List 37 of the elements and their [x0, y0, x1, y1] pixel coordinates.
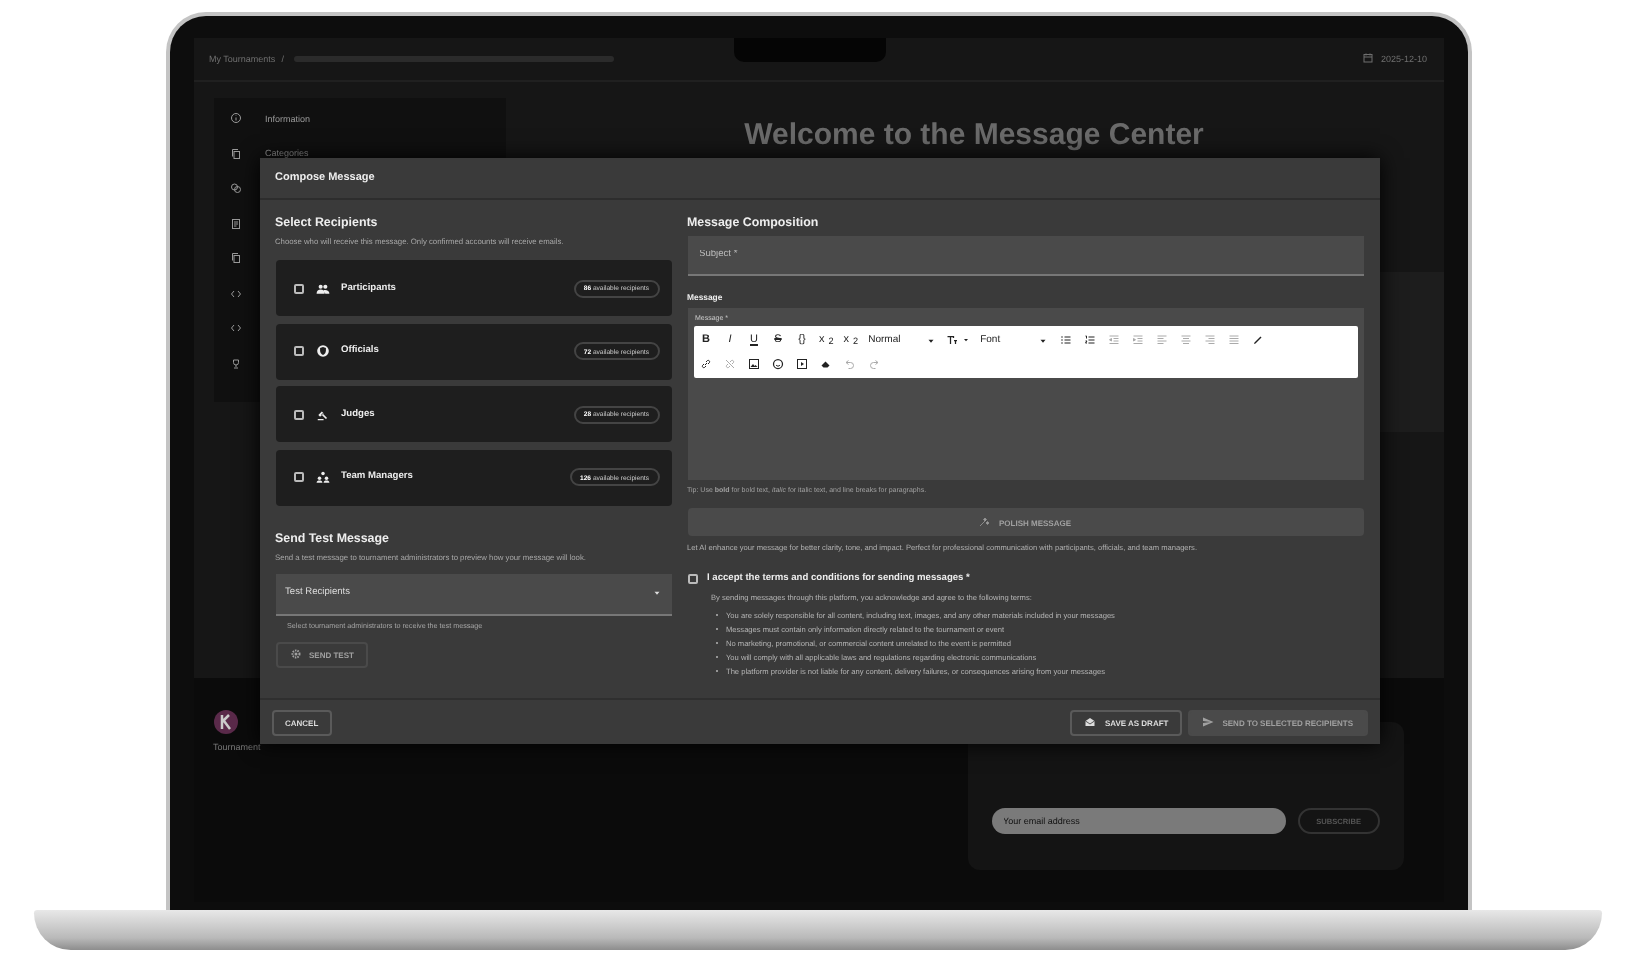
- gear-icon: [289, 648, 301, 660]
- image-icon[interactable]: [748, 358, 760, 370]
- page-title: Welcome to the Message Center: [744, 117, 1204, 152]
- pen-icon[interactable]: [1251, 334, 1264, 346]
- logo-icon: [213, 710, 237, 734]
- eraser-icon[interactable]: [820, 358, 832, 370]
- calendar-icon: [1362, 52, 1375, 65]
- code-icon[interactable]: [229, 287, 241, 300]
- gavel-icon: [315, 407, 329, 421]
- team-icon: [315, 470, 329, 484]
- shield-icon: [315, 344, 329, 358]
- smiley-icon[interactable]: [772, 358, 784, 370]
- checkbox[interactable]: [687, 574, 697, 584]
- circles-icon[interactable]: [229, 182, 241, 195]
- bullet-list-icon[interactable]: [1059, 334, 1072, 346]
- document-icon[interactable]: [229, 217, 241, 230]
- info-icon[interactable]: [229, 112, 241, 125]
- text-size-button[interactable]: [946, 334, 971, 346]
- caret-icon: [651, 588, 661, 598]
- trophy-icon[interactable]: [229, 357, 241, 370]
- copy-icon[interactable]: [229, 147, 241, 160]
- checkbox[interactable]: [293, 346, 303, 356]
- send-icon: [1202, 716, 1215, 728]
- link-icon[interactable]: [700, 358, 712, 370]
- text-size-icon: [946, 334, 959, 346]
- numbered-list-icon[interactable]: [1083, 334, 1096, 346]
- checkbox[interactable]: [293, 409, 303, 419]
- envelope-icon: [1084, 716, 1097, 728]
- video-icon[interactable]: [796, 358, 808, 370]
- caret-icon: [1038, 335, 1049, 345]
- checkbox[interactable]: [293, 472, 303, 482]
- checkbox[interactable]: [293, 283, 303, 293]
- caret-icon: [926, 335, 937, 345]
- magic-wand-icon: [978, 516, 991, 528]
- people-icon: [315, 281, 329, 295]
- copy-icon[interactable]: [229, 252, 241, 265]
- code-icon[interactable]: [229, 322, 241, 335]
